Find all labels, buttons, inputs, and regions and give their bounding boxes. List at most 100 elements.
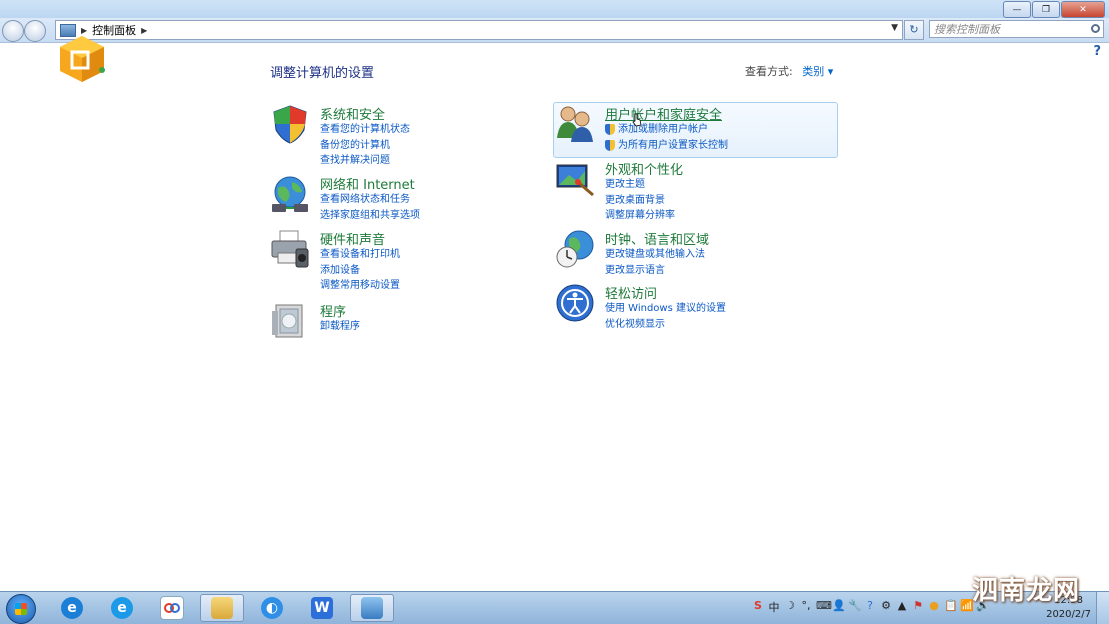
- ime-chinese-icon[interactable]: 中: [768, 599, 780, 615]
- category-links: 查看网络状态和任务 选择家庭组和共享选项: [320, 192, 420, 223]
- forward-arrow-icon[interactable]: [24, 20, 46, 42]
- link-keyboard-input[interactable]: 更改键盘或其他输入法: [605, 247, 705, 263]
- watermark-text: 泗南龙网: [972, 576, 1081, 606]
- action-center-flag-icon[interactable]: ⚑: [912, 599, 924, 615]
- link-windows-recommended[interactable]: 使用 Windows 建议的设置: [605, 301, 726, 317]
- taskbar-baidu-netdisk-icon[interactable]: [150, 594, 194, 622]
- help-icon[interactable]: ?: [1093, 44, 1101, 59]
- network-signal-icon[interactable]: 📶: [960, 599, 974, 615]
- shield-icon: [273, 105, 307, 144]
- display-paint-icon: [556, 164, 594, 197]
- category-title[interactable]: 时钟、语言和区域: [605, 229, 709, 248]
- uac-shield-icon: [605, 139, 615, 151]
- hand-cursor-icon: [632, 113, 642, 127]
- category-title[interactable]: 用户帐户和家庭安全: [605, 104, 722, 123]
- link-change-theme[interactable]: 更改主题: [605, 177, 675, 193]
- view-by-dropdown[interactable]: 类别 ▾: [802, 65, 833, 78]
- breadcrumb-separator-icon[interactable]: ▶: [141, 26, 147, 35]
- category-title[interactable]: 网络和 Internet: [320, 174, 415, 193]
- link-uninstall-program[interactable]: 卸载程序: [320, 319, 360, 335]
- programs-box-icon: [272, 304, 303, 338]
- link-desktop-background[interactable]: 更改桌面背景: [605, 193, 675, 209]
- taskbar-explorer-icon[interactable]: [200, 594, 244, 622]
- view-by: 查看方式: 类别 ▾: [745, 63, 833, 79]
- minimize-button[interactable]: —: [1003, 1, 1031, 18]
- back-arrow-icon[interactable]: [2, 20, 24, 42]
- link-devices-printers[interactable]: 查看设备和打印机: [320, 247, 400, 263]
- app-tray-icon[interactable]: ●: [928, 599, 940, 615]
- category-title[interactable]: 系统和安全: [320, 104, 385, 123]
- uac-shield-icon: [605, 124, 615, 136]
- ie-icon: e: [111, 597, 133, 619]
- view-by-label: 查看方式:: [745, 65, 793, 78]
- wps-icon: W: [311, 597, 333, 619]
- users-icon: [557, 106, 593, 142]
- link-screen-resolution[interactable]: 调整屏幕分辨率: [605, 208, 675, 224]
- sogou-ime-icon[interactable]: S: [752, 599, 764, 615]
- network-globe-icon: [272, 176, 308, 212]
- globe-clock-icon: [556, 230, 594, 268]
- clipboard-tray-icon[interactable]: 📋: [944, 599, 958, 615]
- navigation-bar: ▶ 控制面板 ▶ ▼ ↻ 搜索控制面板: [0, 18, 1109, 43]
- taskbar-wps-icon[interactable]: W: [300, 594, 344, 622]
- category-links: 更改键盘或其他输入法 更改显示语言: [605, 247, 705, 278]
- link-text: 为所有用户设置家长控制: [618, 139, 728, 151]
- category-title[interactable]: 外观和个性化: [605, 159, 683, 178]
- link-mobility-settings[interactable]: 调整常用移动设置: [320, 278, 400, 294]
- taskbar-control-panel-icon[interactable]: [350, 594, 394, 622]
- control-panel-icon: [361, 597, 383, 619]
- user-icon[interactable]: 👤: [832, 599, 846, 615]
- window-controls: — ❐ ✕: [1003, 1, 1105, 18]
- close-button[interactable]: ✕: [1061, 1, 1105, 18]
- chevron-down-icon[interactable]: ▼: [891, 23, 898, 33]
- address-bar[interactable]: ▶ 控制面板 ▶ ▼: [55, 20, 903, 40]
- link-add-device[interactable]: 添加设备: [320, 263, 400, 279]
- link-optimize-display[interactable]: 优化视频显示: [605, 317, 726, 333]
- category-links: 使用 Windows 建议的设置 优化视频显示: [605, 301, 726, 332]
- taskbar-ie2-icon[interactable]: e: [100, 594, 144, 622]
- link-display-language[interactable]: 更改显示语言: [605, 263, 705, 279]
- link-view-computer-status[interactable]: 查看您的计算机状态: [320, 122, 410, 138]
- help-tray-icon[interactable]: ?: [864, 599, 876, 615]
- browser-icon: ◐: [261, 597, 283, 619]
- category-title[interactable]: 程序: [320, 301, 346, 320]
- category-links: 查看设备和打印机 添加设备 调整常用移动设置: [320, 247, 400, 294]
- ie-icon: e: [61, 597, 83, 619]
- keyboard-icon[interactable]: ⌨: [816, 599, 832, 615]
- search-icon[interactable]: [1091, 24, 1100, 33]
- category-links: 卸载程序: [320, 319, 360, 335]
- taskbar: e e ◐ W S 中 ☽ °, ⌨ 👤 🔧 ? ⚙ ▲ ⚑ ● 📋 📶 🔊 1…: [0, 591, 1109, 624]
- link-network-status[interactable]: 查看网络状态和任务: [320, 192, 420, 208]
- maximize-button[interactable]: ❐: [1032, 1, 1060, 18]
- system-tray: S 中 ☽ °, ⌨ 👤 🔧 ? ⚙ ▲ ⚑ ● 📋 📶 🔊: [752, 599, 990, 615]
- show-desktop-button[interactable]: [1096, 592, 1109, 624]
- start-button[interactable]: [6, 594, 36, 624]
- half-width-icon[interactable]: ☽: [784, 599, 796, 615]
- wrench-icon[interactable]: 🔧: [848, 599, 862, 615]
- punctuation-icon[interactable]: °,: [800, 599, 812, 615]
- link-find-fix-problems[interactable]: 查找并解决问题: [320, 153, 410, 169]
- page-title: 调整计算机的设置: [270, 66, 375, 81]
- category-links: 更改主题 更改桌面背景 调整屏幕分辨率: [605, 177, 675, 224]
- settings-tray-icon[interactable]: ⚙: [880, 599, 892, 615]
- category-title[interactable]: 硬件和声音: [320, 229, 385, 248]
- link-add-remove-accounts[interactable]: 添加或删除用户帐户: [605, 122, 728, 138]
- window-title-bar: — ❐ ✕: [0, 0, 1109, 18]
- category-links: 添加或删除用户帐户 为所有用户设置家长控制: [605, 122, 728, 153]
- clock-date: 2020/2/7: [1046, 609, 1091, 620]
- category-links: 查看您的计算机状态 备份您的计算机 查找并解决问题: [320, 122, 410, 169]
- category-title[interactable]: 轻松访问: [605, 283, 657, 302]
- ease-of-access-icon: [556, 284, 594, 322]
- baidu-netdisk-icon: [160, 596, 184, 620]
- link-backup-computer[interactable]: 备份您的计算机: [320, 138, 410, 154]
- taskbar-ie-icon[interactable]: e: [50, 594, 94, 622]
- refresh-button[interactable]: ↻: [904, 20, 924, 40]
- link-homegroup-sharing[interactable]: 选择家庭组和共享选项: [320, 208, 420, 224]
- search-input[interactable]: 搜索控制面板: [929, 20, 1104, 38]
- link-parental-controls[interactable]: 为所有用户设置家长控制: [605, 138, 728, 154]
- taskbar-browser-icon[interactable]: ◐: [250, 594, 294, 622]
- search-placeholder: 搜索控制面板: [934, 23, 1000, 36]
- show-hidden-icons-icon[interactable]: ▲: [896, 599, 908, 615]
- file-explorer-icon: [211, 597, 233, 619]
- overlay-logo-icon: [60, 36, 105, 82]
